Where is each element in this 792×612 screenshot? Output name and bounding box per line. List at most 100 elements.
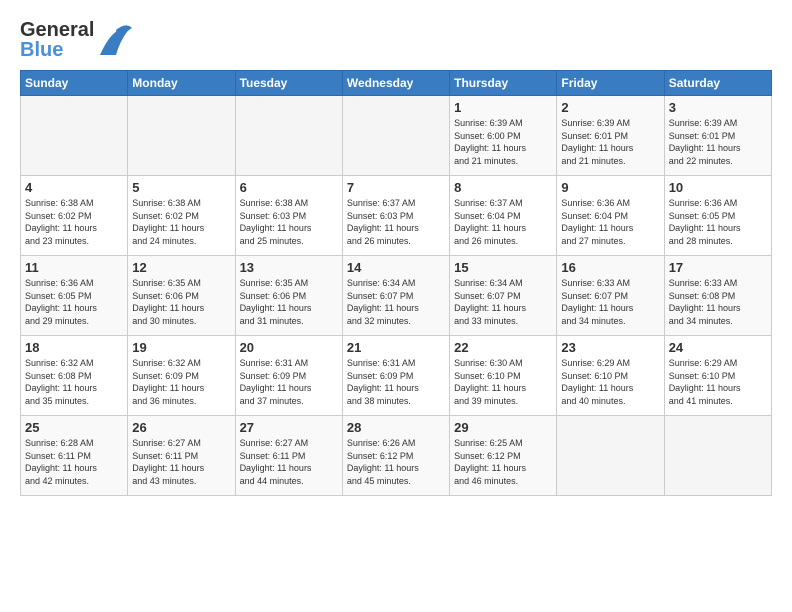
day-cell <box>664 416 771 496</box>
logo-general: General <box>20 20 94 40</box>
day-cell: 14 Sunrise: 6:34 AM Sunset: 6:07 PM Dayli… <box>342 256 449 336</box>
day-cell <box>342 96 449 176</box>
day-info: Sunrise: 6:25 AM Sunset: 6:12 PM Dayligh… <box>454 437 552 487</box>
day-cell: 6Sunrise: 6:38 AM Sunset: 6:03 PM Daylig… <box>235 176 342 256</box>
page: General Blue SundayMondayTuesdayWednesda… <box>0 0 792 506</box>
day-info: Sunrise: 6:35 AM Sunset: 6:06 PM Dayligh… <box>132 277 230 327</box>
day-number: 2 <box>561 100 659 115</box>
day-info: Sunrise: 6:29 AM Sunset: 6:10 PM Dayligh… <box>669 357 767 407</box>
day-cell <box>21 96 128 176</box>
day-cell: 26 Sunrise: 6:27 AM Sunset: 6:11 PM Dayli… <box>128 416 235 496</box>
day-number: 11 <box>25 260 123 275</box>
week-row-3: 11 Sunrise: 6:36 AM Sunset: 6:05 PM Dayli… <box>21 256 772 336</box>
day-number: 28 <box>347 420 445 435</box>
day-info: Sunrise: 6:27 AM Sunset: 6:11 PM Dayligh… <box>132 437 230 487</box>
day-cell: 24 Sunrise: 6:29 AM Sunset: 6:10 PM Dayli… <box>664 336 771 416</box>
week-row-2: 4 Sunrise: 6:38 AM Sunset: 6:02 PM Daylig… <box>21 176 772 256</box>
day-info: Sunrise: 6:30 AM Sunset: 6:10 PM Dayligh… <box>454 357 552 407</box>
day-number: 20 <box>240 340 338 355</box>
day-cell: 22 Sunrise: 6:30 AM Sunset: 6:10 PM Dayli… <box>450 336 557 416</box>
day-info: Sunrise: 6:29 AM Sunset: 6:10 PM Dayligh… <box>561 357 659 407</box>
day-number: 16 <box>561 260 659 275</box>
day-info: Sunrise: 6:37 AM Sunset: 6:04 PM Dayligh… <box>454 197 552 247</box>
day-number: 25 <box>25 420 123 435</box>
day-number: 6 <box>240 180 338 195</box>
day-cell: 2Sunrise: 6:39 AM Sunset: 6:01 PM Daylig… <box>557 96 664 176</box>
day-cell: 12 Sunrise: 6:35 AM Sunset: 6:06 PM Dayli… <box>128 256 235 336</box>
logo-blue: Blue <box>20 40 94 60</box>
day-info: Sunrise: 6:31 AM Sunset: 6:09 PM Dayligh… <box>347 357 445 407</box>
day-cell: 10 Sunrise: 6:36 AM Sunset: 6:05 PM Dayli… <box>664 176 771 256</box>
day-cell: 15 Sunrise: 6:34 AM Sunset: 6:07 PM Dayli… <box>450 256 557 336</box>
day-number: 15 <box>454 260 552 275</box>
day-number: 24 <box>669 340 767 355</box>
header: General Blue <box>20 20 772 60</box>
day-info: Sunrise: 6:39 AM Sunset: 6:01 PM Dayligh… <box>669 117 767 167</box>
day-info: Sunrise: 6:35 AM Sunset: 6:06 PM Dayligh… <box>240 277 338 327</box>
header-row: SundayMondayTuesdayWednesdayThursdayFrid… <box>21 71 772 96</box>
day-number: 13 <box>240 260 338 275</box>
day-cell: 9 Sunrise: 6:36 AM Sunset: 6:04 PM Daylig… <box>557 176 664 256</box>
day-number: 8 <box>454 180 552 195</box>
day-info: Sunrise: 6:38 AM Sunset: 6:02 PM Dayligh… <box>25 197 123 247</box>
day-info: Sunrise: 6:26 AM Sunset: 6:12 PM Dayligh… <box>347 437 445 487</box>
header-cell-sunday: Sunday <box>21 71 128 96</box>
logo-bird-icon <box>98 20 133 60</box>
header-cell-friday: Friday <box>557 71 664 96</box>
day-number: 22 <box>454 340 552 355</box>
day-cell: 19Sunrise: 6:32 AM Sunset: 6:09 PM Dayli… <box>128 336 235 416</box>
header-cell-wednesday: Wednesday <box>342 71 449 96</box>
day-cell: 4 Sunrise: 6:38 AM Sunset: 6:02 PM Daylig… <box>21 176 128 256</box>
day-number: 18 <box>25 340 123 355</box>
day-cell: 23 Sunrise: 6:29 AM Sunset: 6:10 PM Dayli… <box>557 336 664 416</box>
day-cell: 11 Sunrise: 6:36 AM Sunset: 6:05 PM Dayli… <box>21 256 128 336</box>
day-number: 5 <box>132 180 230 195</box>
day-cell: 20 Sunrise: 6:31 AM Sunset: 6:09 PM Dayli… <box>235 336 342 416</box>
day-info: Sunrise: 6:36 AM Sunset: 6:05 PM Dayligh… <box>25 277 123 327</box>
day-info: Sunrise: 6:32 AM Sunset: 6:08 PM Dayligh… <box>25 357 123 407</box>
day-cell: 5 Sunrise: 6:38 AM Sunset: 6:02 PM Daylig… <box>128 176 235 256</box>
day-number: 27 <box>240 420 338 435</box>
header-cell-tuesday: Tuesday <box>235 71 342 96</box>
day-cell: 7 Sunrise: 6:37 AM Sunset: 6:03 PM Daylig… <box>342 176 449 256</box>
day-cell: 27 Sunrise: 6:27 AM Sunset: 6:11 PM Dayli… <box>235 416 342 496</box>
day-cell: 17Sunrise: 6:33 AM Sunset: 6:08 PM Dayli… <box>664 256 771 336</box>
week-row-1: 1Sunrise: 6:39 AM Sunset: 6:00 PM Daylig… <box>21 96 772 176</box>
day-info: Sunrise: 6:27 AM Sunset: 6:11 PM Dayligh… <box>240 437 338 487</box>
day-cell: 21Sunrise: 6:31 AM Sunset: 6:09 PM Dayli… <box>342 336 449 416</box>
day-number: 26 <box>132 420 230 435</box>
day-number: 17 <box>669 260 767 275</box>
day-number: 7 <box>347 180 445 195</box>
day-info: Sunrise: 6:31 AM Sunset: 6:09 PM Dayligh… <box>240 357 338 407</box>
day-number: 3 <box>669 100 767 115</box>
day-number: 4 <box>25 180 123 195</box>
day-cell: 25 Sunrise: 6:28 AM Sunset: 6:11 PM Dayli… <box>21 416 128 496</box>
day-number: 19 <box>132 340 230 355</box>
logo: General Blue <box>20 20 133 60</box>
day-cell: 29 Sunrise: 6:25 AM Sunset: 6:12 PM Dayli… <box>450 416 557 496</box>
day-number: 14 <box>347 260 445 275</box>
day-number: 23 <box>561 340 659 355</box>
day-number: 9 <box>561 180 659 195</box>
calendar-table: SundayMondayTuesdayWednesdayThursdayFrid… <box>20 70 772 496</box>
day-info: Sunrise: 6:38 AM Sunset: 6:02 PM Dayligh… <box>132 197 230 247</box>
header-cell-saturday: Saturday <box>664 71 771 96</box>
week-row-4: 18 Sunrise: 6:32 AM Sunset: 6:08 PM Dayli… <box>21 336 772 416</box>
day-cell: 1Sunrise: 6:39 AM Sunset: 6:00 PM Daylig… <box>450 96 557 176</box>
day-info: Sunrise: 6:28 AM Sunset: 6:11 PM Dayligh… <box>25 437 123 487</box>
day-number: 10 <box>669 180 767 195</box>
day-cell: 13 Sunrise: 6:35 AM Sunset: 6:06 PM Dayli… <box>235 256 342 336</box>
day-cell: 8 Sunrise: 6:37 AM Sunset: 6:04 PM Daylig… <box>450 176 557 256</box>
day-number: 12 <box>132 260 230 275</box>
logo-container: General Blue <box>20 20 133 60</box>
day-info: Sunrise: 6:37 AM Sunset: 6:03 PM Dayligh… <box>347 197 445 247</box>
day-number: 29 <box>454 420 552 435</box>
day-info: Sunrise: 6:36 AM Sunset: 6:05 PM Dayligh… <box>669 197 767 247</box>
day-info: Sunrise: 6:36 AM Sunset: 6:04 PM Dayligh… <box>561 197 659 247</box>
day-cell: 18 Sunrise: 6:32 AM Sunset: 6:08 PM Dayli… <box>21 336 128 416</box>
week-row-5: 25 Sunrise: 6:28 AM Sunset: 6:11 PM Dayli… <box>21 416 772 496</box>
day-info: Sunrise: 6:34 AM Sunset: 6:07 PM Dayligh… <box>454 277 552 327</box>
day-cell <box>235 96 342 176</box>
day-cell <box>557 416 664 496</box>
day-info: Sunrise: 6:34 AM Sunset: 6:07 PM Dayligh… <box>347 277 445 327</box>
